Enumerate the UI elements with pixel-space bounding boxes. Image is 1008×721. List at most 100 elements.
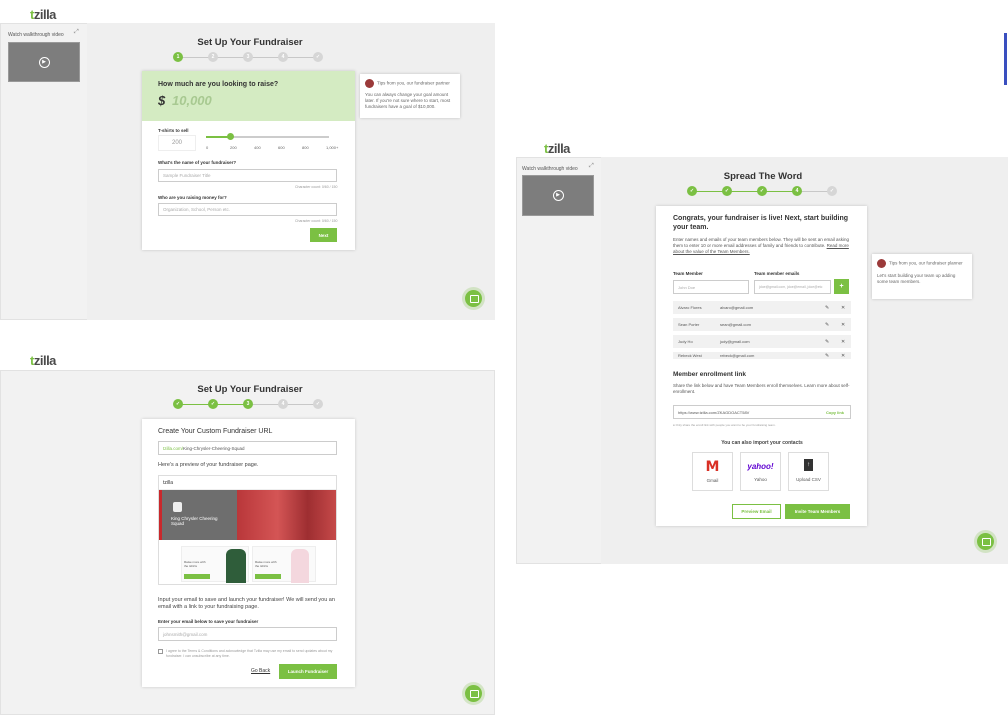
tzilla-logo[interactable]: tzilla [30, 7, 56, 22]
email-label: Enter your email below to save your fund… [158, 619, 259, 624]
delete-icon[interactable]: ✕ [841, 305, 845, 311]
next-button[interactable]: Next [310, 228, 337, 242]
step-dot-2: ✓ [208, 399, 218, 409]
step-dot-1: 1 [173, 52, 183, 62]
copy-link-button[interactable]: Copy link [826, 410, 844, 415]
preview-name: King Chrysler Cheering Squad [171, 516, 218, 526]
play-icon[interactable]: ▶ [38, 56, 50, 68]
edit-icon[interactable]: ✎ [825, 322, 829, 328]
preview-product-1: Raise more with the tshirts [181, 546, 249, 583]
expand-icon[interactable]: ⤢ [589, 163, 594, 170]
delete-icon[interactable]: ✕ [841, 322, 845, 328]
team-row: Sean Porter sean@gmail.com ✎ ✕ [673, 318, 851, 331]
page-preview: tzilla King Chrysler Cheering Squad Rais… [158, 475, 337, 585]
preview-logo: tzilla [159, 476, 336, 490]
url-heading: Create Your Custom Fundraiser URL [158, 428, 273, 435]
step-dot-5: ✓ [827, 186, 837, 196]
walkthrough-label: Watch walkthrough video [522, 166, 578, 172]
add-user-icon: + [839, 283, 844, 290]
upload-csv-button[interactable]: ↑ Upload CSV [788, 452, 829, 491]
tzilla-logo[interactable]: tzilla [30, 353, 56, 368]
invite-members-button[interactable]: Invite Team Members [785, 504, 850, 519]
edit-icon[interactable]: ✎ [825, 305, 829, 311]
member-email: sean@gmail.com [720, 322, 751, 327]
slider-tick: 1,000+ [326, 145, 339, 150]
expand-icon[interactable]: ⤢ [74, 29, 79, 36]
team-intro: Enter names and emails of your team memb… [673, 237, 850, 255]
preview-banner: King Chrysler Cheering Squad [159, 490, 237, 540]
tip-card: Tips from you, our fundraiser planner Le… [872, 254, 972, 299]
play-icon[interactable]: ▶ [552, 190, 564, 201]
edit-icon[interactable]: ✎ [825, 353, 829, 359]
enroll-note: ● Only share the enroll link with people… [673, 423, 776, 427]
team-row: Alvaro Flores alvaro@gmail.com ✎ ✕ [673, 301, 851, 314]
url-input[interactable]: tzilla.com/King-Chrysler-Cheering-Squad [158, 441, 337, 455]
slider-tick: 0 [206, 145, 209, 150]
delete-icon[interactable]: ✕ [841, 339, 845, 345]
yahoo-button[interactable]: yahoo! Yahoo [740, 452, 781, 491]
team-row: Rebeck West rebeck@gmail.com ✎ ✕ [673, 352, 851, 359]
tzilla-logo[interactable]: tzilla [544, 141, 570, 156]
chat-icon[interactable] [977, 533, 994, 550]
avatar [365, 79, 374, 88]
member-name: Alvaro Flores [678, 305, 702, 310]
avatar [877, 259, 886, 268]
goal-question: How much are you looking to raise? [158, 81, 279, 88]
terms-checkbox[interactable] [158, 649, 163, 654]
name-input[interactable]: Sample Fundraiser Title [158, 169, 337, 182]
member-email-input[interactable]: jdoe@gmail.com, jdoe@email, jdoe@etc [754, 280, 831, 294]
walkthrough-video[interactable]: ▶ [522, 175, 594, 216]
add-member-button[interactable]: + [834, 279, 849, 294]
member-email: alvaro@gmail.com [720, 305, 754, 310]
delete-icon[interactable]: ✕ [841, 353, 845, 359]
chat-icon[interactable] [465, 290, 482, 307]
member-name-input[interactable]: John Doe [673, 280, 749, 294]
tshirts-slider[interactable] [206, 136, 329, 138]
tshirts-input[interactable]: 200 [158, 135, 196, 151]
go-back-link[interactable]: Go Back [251, 668, 270, 674]
char-count-1: Character count: 0/60 / 150 [295, 185, 338, 189]
slider-tick: 600 [278, 145, 285, 150]
step-dot-4: 4 [278, 399, 288, 409]
step-dot-1: ✓ [173, 399, 183, 409]
step-dot-5: ✓ [313, 399, 323, 409]
preview-product-2: Raise more with the tshirts [252, 546, 316, 583]
step-dot-5: ✓ [313, 52, 323, 62]
page-title: Set Up Your Fundraiser [197, 384, 303, 395]
preview-email-button[interactable]: Preview Email [732, 504, 781, 519]
name-label: What's the name of your fundraiser? [158, 160, 237, 165]
progress-steps: ✓ ✓ ✓ 4 ✓ [687, 186, 837, 196]
gmail-icon: M [705, 459, 720, 475]
page-title: Spread The Word [723, 171, 803, 182]
member-email: judy@gmail.com [720, 339, 750, 344]
gmail-button[interactable]: M Gmail [692, 452, 733, 491]
reason-input[interactable]: Organization, School, Person etc. [158, 203, 337, 216]
congrats-heading: Congrats, your fundraiser is live! Next,… [673, 215, 849, 232]
step-dot-2: ✓ [722, 186, 732, 196]
step-dot-1: ✓ [687, 186, 697, 196]
scroll-indicator [1004, 33, 1007, 85]
progress-steps: 1 2 3 4 ✓ [173, 52, 323, 62]
tshirts-label: T-shirts to sell [158, 128, 189, 133]
reason-label: Who are you raising money for? [158, 195, 227, 200]
tip-card: Tips from you, our fundraiser partner Yo… [360, 74, 460, 118]
email-input[interactable]: johnsmith@gmail.com [158, 627, 337, 641]
walkthrough-video[interactable]: ▶ [8, 42, 80, 82]
team-row: Judy Ho judy@gmail.com ✎ ✕ [673, 335, 851, 348]
launch-button[interactable]: Launch Fundraiser [279, 664, 337, 679]
preview-crest [173, 502, 182, 512]
enroll-url-input[interactable]: https://www.tzilla.com/ZKAGDOACT58V Copy … [673, 405, 851, 419]
terms-text: I agree to the Terms & Conditions and ac… [166, 649, 333, 658]
enroll-text: Share the link below and have Team Membe… [673, 383, 850, 395]
edit-icon[interactable]: ✎ [825, 339, 829, 345]
goal-currency: $ [158, 93, 166, 108]
step-dot-3: ✓ [757, 186, 767, 196]
import-label: You can also import your contacts [721, 440, 803, 446]
progress-steps: ✓ ✓ 3 4 ✓ [173, 399, 323, 409]
tip-body: Let's start building your team up adding… [877, 273, 956, 284]
slider-tick: 800 [302, 145, 309, 150]
chat-icon[interactable] [465, 685, 482, 702]
preview-team-photo [237, 490, 336, 540]
goal-input[interactable]: 10,000 [172, 93, 212, 108]
walkthrough-label: Watch walkthrough video [8, 32, 64, 38]
